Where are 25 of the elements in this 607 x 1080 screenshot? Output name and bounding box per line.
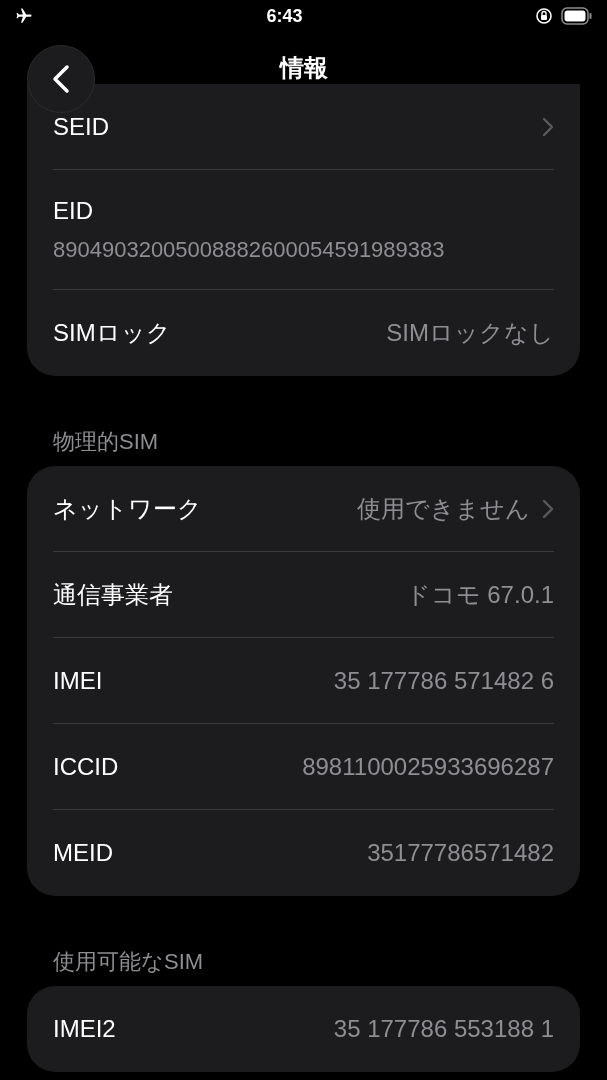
row-label: IMEI2 bbox=[53, 1014, 116, 1044]
rotation-lock-icon bbox=[535, 7, 553, 25]
airplane-icon bbox=[14, 7, 34, 25]
row-label: IMEI bbox=[53, 665, 103, 696]
row-label: SEID bbox=[53, 111, 109, 142]
row-label: 通信事業者 bbox=[53, 579, 173, 610]
section-header: 物理的SIM bbox=[52, 428, 160, 456]
row-label: MEID bbox=[53, 838, 113, 868]
row-value: 35 177786 553188 1 bbox=[333, 1014, 554, 1044]
section-header: 使用可能なSIM bbox=[52, 948, 205, 976]
back-icon bbox=[52, 64, 70, 94]
battery-icon bbox=[561, 7, 593, 25]
row-value: 89049032005008882600054591989383 bbox=[53, 236, 446, 264]
row-label: EID bbox=[53, 196, 93, 226]
row-label: SIMロック bbox=[53, 318, 171, 348]
page-title: 情報 bbox=[279, 53, 328, 83]
row-value: SIMロックなし bbox=[386, 318, 554, 348]
row-label: ネットワーク bbox=[53, 493, 202, 524]
row-value: ドコモ 67.0.1 bbox=[405, 579, 554, 610]
row-value: 35 177786 571482 6 bbox=[333, 665, 554, 696]
row-value: 35177786571482 bbox=[367, 838, 554, 868]
status-time: 6:43 bbox=[266, 4, 303, 28]
row-value: 8981100025933696287 bbox=[302, 751, 554, 782]
row-value: 使用できません bbox=[357, 493, 530, 524]
row-label: ICCID bbox=[53, 751, 119, 782]
